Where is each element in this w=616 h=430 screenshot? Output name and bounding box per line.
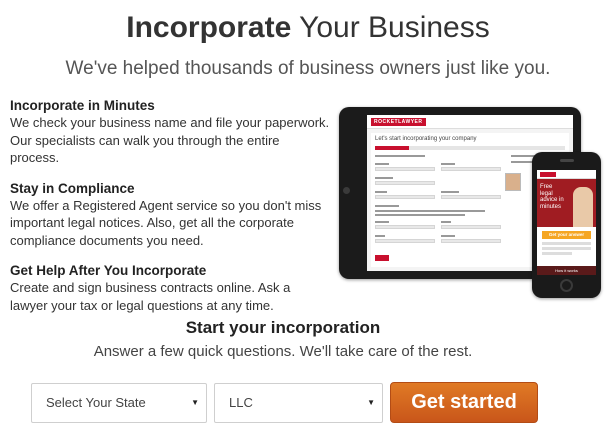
entity-type-select-value: LLC — [229, 395, 253, 410]
phone-header — [537, 170, 596, 179]
phone-hero-text: Free legal advice in minutes — [540, 184, 564, 210]
tablet-header: ROCKETLAWYER — [367, 115, 573, 129]
tablet-next-button — [375, 255, 389, 261]
form-label — [375, 155, 425, 157]
feature-heading: Stay in Compliance — [10, 180, 135, 196]
phone-text-line — [542, 242, 591, 245]
cta-subtitle: Answer a few quick questions. We'll take… — [93, 343, 473, 360]
entity-type-select[interactable]: LLC ▼ — [214, 383, 383, 423]
feature-item: Incorporate in Minutes We check your bus… — [10, 97, 330, 167]
form-label — [441, 163, 455, 165]
phone-answer-button: Get your answer — [542, 231, 591, 239]
phone-text-line — [542, 247, 591, 250]
form-label — [375, 221, 389, 223]
feature-item: Get Help After You Incorporate Create an… — [10, 262, 330, 314]
rocket-lawyer-logo: ROCKETLAWYER — [371, 118, 426, 126]
phone-screen: Free legal advice in minutes Get your an… — [537, 170, 596, 275]
phone-logo — [540, 172, 556, 177]
tablet-form-heading: Let's start incorporating your company — [375, 136, 477, 142]
phone-home-button-icon — [560, 279, 573, 292]
form-field — [375, 195, 435, 199]
form-label — [441, 235, 455, 237]
page-title: Incorporate Your Business — [0, 10, 616, 46]
feature-body: Create and sign business contracts onlin… — [10, 280, 291, 313]
tablet-camera-icon — [343, 187, 350, 194]
state-select[interactable]: Select Your State ▼ — [31, 383, 207, 423]
phone-illustration: Free legal advice in minutes Get your an… — [532, 152, 601, 298]
form-label — [375, 177, 393, 179]
feature-body: We check your business name and file you… — [10, 115, 330, 165]
tablet-progress-bar — [375, 146, 565, 150]
feature-body: We offer a Registered Agent service so y… — [10, 197, 322, 248]
form-label — [441, 221, 451, 223]
form-label — [375, 163, 389, 165]
form-field — [441, 195, 501, 199]
get-started-button[interactable]: Get started — [390, 382, 538, 423]
form-field — [375, 181, 435, 185]
form-field — [441, 239, 501, 243]
page-title-rest: Your Business — [299, 11, 490, 44]
form-label — [441, 191, 459, 193]
page-subtitle: We've helped thousands of business owner… — [65, 58, 551, 79]
feature-item: Stay in Compliance We offer a Registered… — [10, 180, 330, 250]
phone-footer: How it works — [537, 266, 596, 275]
form-field — [375, 167, 435, 171]
page-title-bold: Incorporate — [126, 11, 292, 44]
lawyer-avatar — [505, 173, 521, 191]
cta-title: Start your incorporation — [185, 318, 381, 337]
feature-heading: Get Help After You Incorporate — [10, 263, 207, 278]
form-label — [375, 205, 399, 207]
form-label — [375, 235, 385, 237]
form-field — [375, 239, 435, 243]
features-list: Incorporate in Minutes We check your bus… — [10, 97, 330, 327]
state-select-value: Select Your State — [46, 395, 146, 410]
phone-text-line — [542, 252, 572, 255]
feature-heading: Incorporate in Minutes — [10, 98, 155, 113]
form-label — [375, 214, 465, 216]
phone-speaker-icon — [560, 159, 574, 162]
phone-lawyer-image — [573, 187, 593, 227]
dropdown-arrow-icon: ▼ — [367, 398, 375, 407]
dropdown-arrow-icon: ▼ — [191, 398, 199, 407]
form-label — [375, 191, 387, 193]
form-field — [441, 225, 501, 229]
form-field — [375, 225, 435, 229]
form-label — [375, 210, 485, 212]
form-field — [441, 167, 501, 171]
phone-hero: Free legal advice in minutes — [537, 179, 596, 227]
